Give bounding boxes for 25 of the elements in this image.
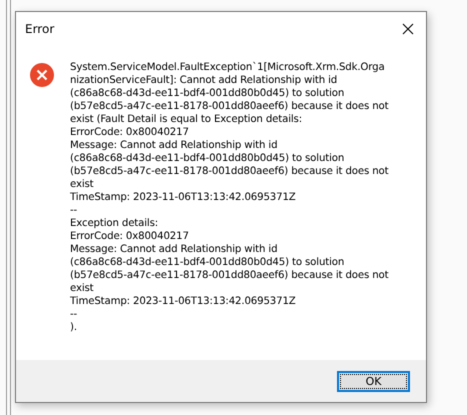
- error-message-line: --: [70, 308, 78, 321]
- error-message-line: ErrorCode: 0x80040217: [70, 230, 190, 243]
- error-message-line: (b57e8cd5-a47c-ee11-8178-001dd80aeef6) because it does not: [70, 269, 388, 282]
- ok-button[interactable]: OK: [337, 370, 410, 392]
- error-message-line: Exception details:: [70, 217, 160, 230]
- error-message-line: (c86a8c68-d43d-ee11-bdf4-001dd80b0d45) to solution: [70, 152, 346, 165]
- error-message-line: exist (Fault Detail is equal to Exception details:: [70, 113, 303, 126]
- window-title: Error: [25, 22, 54, 36]
- error-message-line: (c86a8c68-d43d-ee11-bdf4-001dd80b0d45) to solution: [70, 87, 346, 100]
- error-message-line: Message: Cannot add Relationship with id: [70, 243, 278, 256]
- error-message-line: TimeStamp: 2023-11-06T13:13:42.0695371Z: [70, 295, 297, 308]
- error-message-line: System.ServiceModel.FaultException`1[Microsoft.Xrm.Sdk.Orga: [70, 61, 386, 74]
- error-message-line: (c86a8c68-d43d-ee11-bdf4-001dd80b0d45) to solution: [70, 256, 346, 269]
- error-message-line: exist: [70, 178, 94, 191]
- error-message-line: --: [70, 204, 78, 217]
- error-message-line: (b57e8cd5-a47c-ee11-8178-001dd80aeef6) because it does not: [70, 165, 388, 178]
- error-message-line: Message: Cannot add Relationship with id: [70, 139, 278, 152]
- close-icon[interactable]: [402, 23, 414, 35]
- error-message-line: ).: [70, 321, 78, 334]
- error-message-line: ErrorCode: 0x80040217: [70, 126, 190, 139]
- error-message-line: TimeStamp: 2023-11-06T13:13:42.0695371Z: [70, 191, 297, 204]
- error-message-line: nizationServiceFault]: Cannot add Relationship with id: [70, 74, 338, 87]
- error-icon: [30, 63, 54, 87]
- error-message-line: (b57e8cd5-a47c-ee11-8178-001dd80aeef6) because it does not: [70, 100, 388, 113]
- error-message-line: exist: [70, 282, 94, 295]
